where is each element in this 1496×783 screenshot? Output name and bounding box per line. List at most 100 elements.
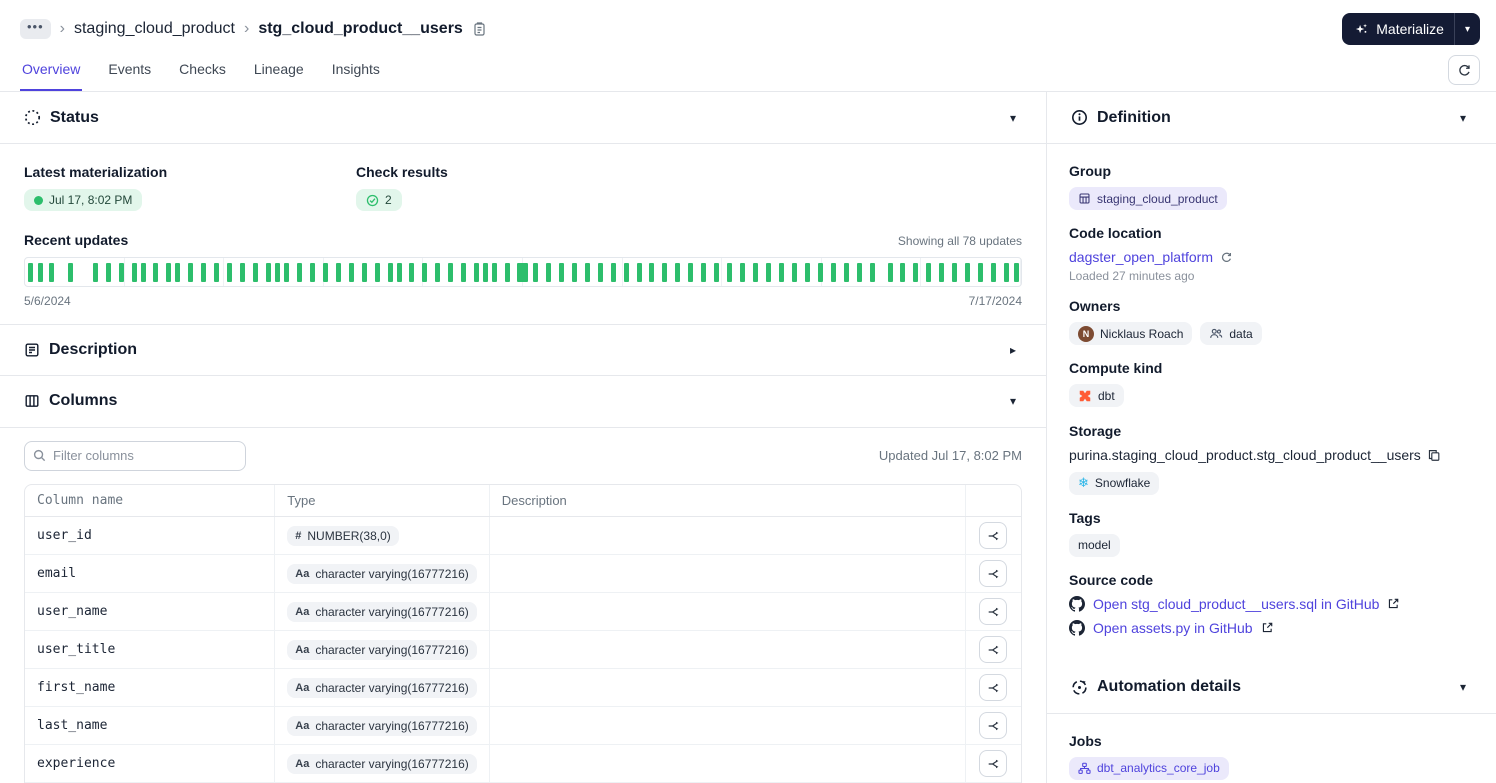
update-tick[interactable] [505,262,511,282]
tab-lineage[interactable]: Lineage [252,53,306,91]
update-tick[interactable] [374,262,380,282]
column-lineage-button[interactable] [979,636,1008,663]
update-tick[interactable] [448,262,454,282]
update-tick[interactable] [492,262,498,282]
materialize-dropdown-caret[interactable]: ▾ [1455,24,1480,35]
update-tick[interactable] [727,262,733,282]
update-tick[interactable] [48,262,54,282]
column-lineage-button[interactable] [979,674,1008,701]
update-tick[interactable] [610,262,616,282]
update-tick[interactable] [649,262,655,282]
update-tick[interactable] [348,262,354,282]
update-tick[interactable] [926,262,932,282]
update-tick[interactable] [900,262,906,282]
copy-storage-icon[interactable] [1427,448,1441,462]
update-tick[interactable] [322,262,328,282]
update-tick[interactable] [701,262,707,282]
update-tick[interactable] [545,262,551,282]
update-tick[interactable] [396,262,402,282]
update-tick[interactable] [118,262,124,282]
tab-checks[interactable]: Checks [177,53,228,91]
update-tick[interactable] [688,262,694,282]
description-expand-caret[interactable]: ▸ [1004,341,1022,359]
update-tick[interactable] [240,262,246,282]
update-tick[interactable] [309,262,315,282]
update-tick[interactable] [662,262,668,282]
column-lineage-button[interactable] [979,598,1008,625]
update-tick[interactable] [913,262,919,282]
source-link-sql[interactable]: Open stg_cloud_product__users.sql in Git… [1093,596,1379,612]
update-tick[interactable] [435,262,441,282]
materialize-button[interactable]: Materialize ▾ [1342,13,1480,45]
update-tick[interactable] [274,262,280,282]
column-lineage-button[interactable] [979,750,1008,777]
update-tick[interactable] [153,262,159,282]
update-tick[interactable] [778,262,784,282]
update-tick[interactable] [978,262,984,282]
storage-platform-badge[interactable]: ❄ Snowflake [1069,471,1160,495]
update-tick[interactable] [266,262,272,282]
copy-asset-name-icon[interactable] [472,21,487,37]
filter-columns-input[interactable] [24,440,246,471]
breadcrumb-ellipsis-button[interactable]: ••• [20,19,51,39]
owner-team-badge[interactable]: data [1200,322,1262,345]
update-tick[interactable] [597,262,603,282]
update-tick[interactable] [532,262,538,282]
update-tick[interactable] [791,262,797,282]
source-link-assets[interactable]: Open assets.py in GitHub [1093,620,1253,636]
breadcrumb-group-link[interactable]: staging_cloud_product [74,20,235,38]
tab-insights[interactable]: Insights [330,53,382,91]
update-tick[interactable] [753,262,759,282]
owner-user-badge[interactable]: N Nicklaus Roach [1069,322,1193,345]
update-tick[interactable] [474,262,480,282]
update-tick[interactable] [584,262,590,282]
update-tick[interactable] [461,262,467,282]
definition-collapse-caret[interactable]: ▾ [1454,109,1472,127]
update-tick[interactable] [965,262,971,282]
update-tick[interactable] [166,262,172,282]
code-location-link[interactable]: dagster_open_platform [1069,249,1213,265]
update-tick[interactable] [991,262,997,282]
update-tick[interactable] [283,262,289,282]
automation-collapse-caret[interactable]: ▾ [1454,678,1472,696]
update-tick[interactable] [740,262,746,282]
update-tick[interactable] [361,262,367,282]
update-tick[interactable] [714,262,720,282]
tag-badge[interactable]: model [1069,533,1120,557]
update-tick[interactable] [92,262,98,282]
update-tick[interactable] [558,262,564,282]
tab-events[interactable]: Events [106,53,153,91]
compute-kind-badge[interactable]: dbt [1069,384,1124,407]
update-tick[interactable] [887,262,893,282]
update-tick[interactable] [623,262,629,282]
update-tick[interactable] [214,262,220,282]
check-results-badge[interactable]: 2 [356,189,402,211]
update-tick[interactable] [335,262,341,282]
update-tick[interactable] [817,262,823,282]
update-tick[interactable] [952,262,958,282]
update-tick[interactable] [675,262,681,282]
update-tick[interactable] [517,262,529,282]
update-tick[interactable] [766,262,772,282]
update-tick[interactable] [422,262,428,282]
refresh-button[interactable] [1448,55,1480,85]
update-tick[interactable] [409,262,415,282]
update-tick[interactable] [1014,262,1020,282]
update-tick[interactable] [387,262,393,282]
update-tick[interactable] [843,262,849,282]
update-tick[interactable] [1004,262,1010,282]
update-tick[interactable] [27,262,33,282]
update-tick[interactable] [253,262,259,282]
update-tick[interactable] [140,262,146,282]
update-tick[interactable] [571,262,577,282]
update-tick[interactable] [227,262,233,282]
update-tick[interactable] [939,262,945,282]
update-tick[interactable] [105,262,111,282]
update-tick[interactable] [131,262,137,282]
update-tick[interactable] [188,262,194,282]
reload-code-location-icon[interactable] [1220,251,1233,264]
update-tick[interactable] [483,262,489,282]
update-tick[interactable] [830,262,836,282]
update-tick[interactable] [201,262,207,282]
column-lineage-button[interactable] [979,560,1008,587]
